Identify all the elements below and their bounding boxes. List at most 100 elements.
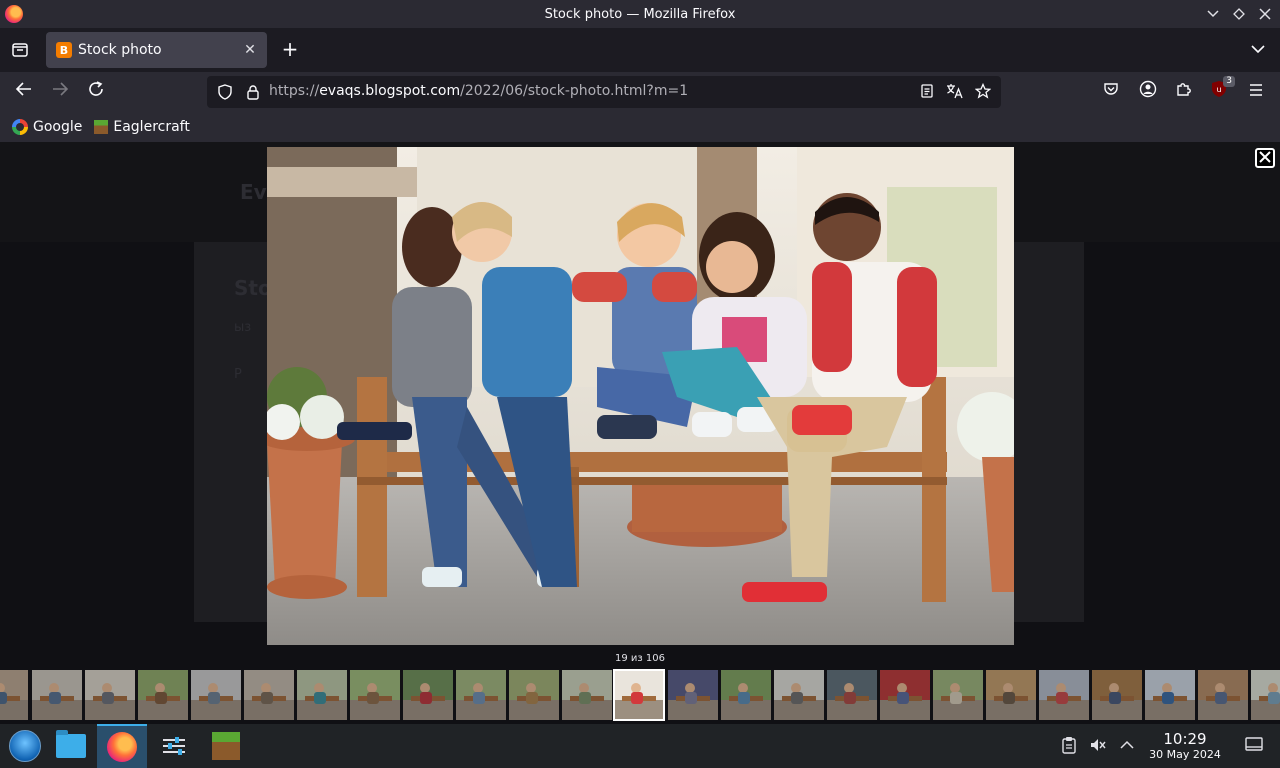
lock-icon[interactable] xyxy=(245,84,261,100)
thumbnail[interactable] xyxy=(721,670,771,720)
bookmark-label: Google xyxy=(33,119,83,135)
tab-stock-photo[interactable]: B Stock photo ✕ xyxy=(46,32,267,68)
taskbar: 10:29 30 May 2024 xyxy=(0,724,1280,768)
image-counter: 19 из 106 xyxy=(615,653,665,664)
thumbnail[interactable] xyxy=(1145,670,1195,720)
url-path: /2022/06/stock-photo.html?m=1 xyxy=(460,83,689,99)
thumbnail[interactable] xyxy=(297,670,347,720)
svg-text:u: u xyxy=(1216,85,1221,94)
reader-view-icon[interactable] xyxy=(918,83,936,101)
extensions-button[interactable] xyxy=(1172,80,1196,104)
start-orb-icon xyxy=(9,730,41,762)
thumbnail[interactable] xyxy=(774,670,824,720)
firefox-view-icon xyxy=(12,43,28,57)
clipboard-icon[interactable] xyxy=(1059,736,1079,756)
thumbnail[interactable] xyxy=(191,670,241,720)
blog-title-dimmed: Ev xyxy=(240,180,267,204)
post-line-dimmed: ыз xyxy=(234,320,252,335)
list-all-tabs-button[interactable] xyxy=(1246,38,1270,62)
puzzle-piece-icon xyxy=(1177,83,1191,96)
minimize-icon[interactable] xyxy=(1206,7,1220,21)
close-tab-icon[interactable]: ✕ xyxy=(241,41,259,59)
bookmarks-toolbar: Google Eaglercraft xyxy=(0,112,1280,142)
clock-time: 10:29 xyxy=(1163,730,1207,748)
post-line-dimmed-2: Р xyxy=(234,367,242,382)
address-bar[interactable]: https://evaqs.blogspot.com/2022/06/stock… xyxy=(207,76,1001,108)
forward-arrow-icon xyxy=(53,82,69,96)
thumbnail[interactable] xyxy=(350,670,400,720)
thumbnail[interactable] xyxy=(562,670,612,720)
translate-icon[interactable] xyxy=(946,83,964,101)
thumbnail[interactable] xyxy=(880,670,930,720)
tray-expand-icon[interactable] xyxy=(1117,736,1137,756)
thumbnail[interactable] xyxy=(138,670,188,720)
close-window-icon[interactable] xyxy=(1258,7,1272,21)
thumbnail[interactable] xyxy=(403,670,453,720)
thumbnail[interactable] xyxy=(668,670,718,720)
bookmark-star-icon[interactable] xyxy=(974,82,992,101)
thumbnail-strip[interactable] xyxy=(0,668,1280,722)
pocket-icon xyxy=(1104,83,1118,95)
folder-icon xyxy=(56,730,86,758)
clock-date: 30 May 2024 xyxy=(1149,748,1221,761)
thumbnail[interactable] xyxy=(1251,670,1280,720)
firefox-view-button[interactable] xyxy=(8,38,32,62)
settings-sliders-icon xyxy=(163,737,185,755)
lightbox-photo[interactable] xyxy=(267,147,1014,645)
bookmark-google[interactable]: Google xyxy=(12,119,82,135)
bookmark-label: Eaglercraft xyxy=(113,119,190,135)
thumbnail[interactable] xyxy=(0,670,28,720)
back-button[interactable] xyxy=(12,80,36,104)
forward-button[interactable] xyxy=(48,80,72,104)
close-icon xyxy=(1259,151,1271,163)
show-desktop-icon[interactable] xyxy=(1244,736,1264,756)
taskbar-minecraft[interactable] xyxy=(201,724,251,768)
tab-bar: B Stock photo ✕ + xyxy=(0,28,1280,72)
lightbox-close-button[interactable] xyxy=(1255,148,1275,168)
window-title: Stock photo — Mozilla Firefox xyxy=(544,6,736,22)
thumbnail[interactable] xyxy=(1039,670,1089,720)
start-menu-button[interactable] xyxy=(0,724,50,768)
window-controls xyxy=(1206,0,1272,28)
bookmark-eaglercraft[interactable]: Eaglercraft xyxy=(94,119,190,135)
thumbnail[interactable] xyxy=(509,670,559,720)
grass-block-icon xyxy=(94,120,109,134)
account-icon xyxy=(1139,80,1157,98)
taskbar-firefox[interactable] xyxy=(97,724,147,768)
url-text[interactable]: https://evaqs.blogspot.com/2022/06/stock… xyxy=(269,83,688,99)
thumbnail[interactable] xyxy=(456,670,506,720)
thumbnail[interactable] xyxy=(933,670,983,720)
taskbar-file-manager[interactable] xyxy=(46,724,96,768)
account-button[interactable] xyxy=(1136,80,1160,104)
firefox-logo-icon xyxy=(5,5,23,23)
new-tab-button[interactable]: + xyxy=(278,38,302,62)
maximize-icon[interactable] xyxy=(1232,7,1246,21)
tracking-protection-shield-icon[interactable] xyxy=(217,84,233,100)
kids-on-bench-photo xyxy=(267,147,1014,645)
app-menu-button[interactable] xyxy=(1244,80,1268,104)
reload-button[interactable] xyxy=(84,80,108,104)
thumbnail[interactable] xyxy=(244,670,294,720)
url-prefix: https:// xyxy=(269,83,320,99)
pocket-button[interactable] xyxy=(1099,80,1123,104)
url-host: evaqs.blogspot.com xyxy=(319,83,461,99)
taskbar-clock[interactable]: 10:29 30 May 2024 xyxy=(1140,730,1230,762)
blogger-favicon-icon: B xyxy=(56,42,72,58)
thumbnail[interactable] xyxy=(32,670,82,720)
navigation-toolbar: https://evaqs.blogspot.com/2022/06/stock… xyxy=(0,72,1280,112)
minecraft-block-icon xyxy=(212,732,240,760)
taskbar-settings[interactable] xyxy=(149,724,199,768)
thumbnail[interactable] xyxy=(613,669,665,721)
thumbnail[interactable] xyxy=(85,670,135,720)
thumbnail[interactable] xyxy=(1198,670,1248,720)
google-icon xyxy=(12,119,28,135)
window-titlebar: Stock photo — Mozilla Firefox xyxy=(0,0,1280,28)
thumbnail[interactable] xyxy=(827,670,877,720)
back-arrow-icon xyxy=(15,82,31,96)
reload-icon xyxy=(89,81,103,96)
volume-muted-icon[interactable] xyxy=(1088,736,1108,756)
ublock-origin-button[interactable]: u 3 xyxy=(1207,76,1235,104)
thumbnail[interactable] xyxy=(1092,670,1142,720)
thumbnail[interactable] xyxy=(986,670,1036,720)
chevron-down-icon xyxy=(1251,45,1265,54)
